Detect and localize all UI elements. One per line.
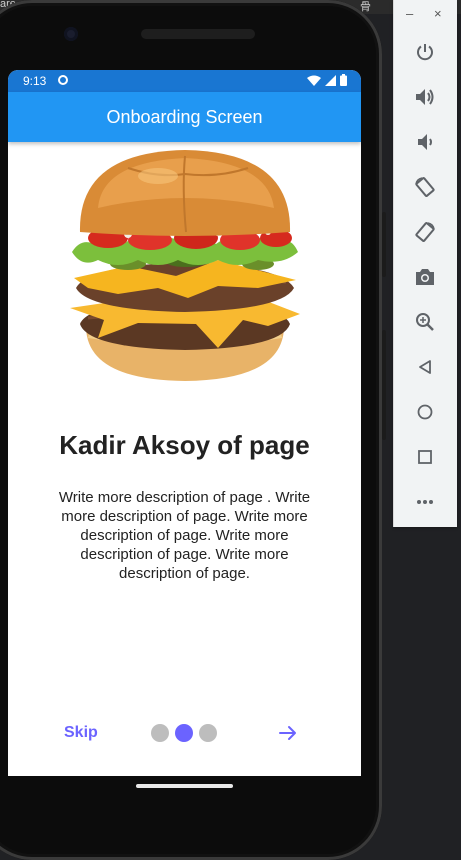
minimize-button[interactable]: –	[406, 6, 413, 21]
wifi-icon	[307, 75, 321, 86]
app-bar-title: Onboarding Screen	[106, 106, 263, 127]
close-button[interactable]: ×	[434, 6, 442, 21]
power-button[interactable]	[411, 38, 439, 66]
device-screen: 9:13 Onboarding Screen Kadir Aksoy of pa…	[8, 70, 361, 776]
rotate-left-icon	[415, 177, 435, 197]
phone-side-button	[382, 330, 386, 440]
gesture-home-bar[interactable]	[136, 784, 233, 788]
rotate-right-icon	[415, 222, 435, 242]
skip-button[interactable]: Skip	[64, 724, 98, 742]
back-icon	[419, 360, 431, 374]
volume-down-button[interactable]	[411, 128, 439, 156]
back-button[interactable]	[411, 353, 439, 381]
zoom-icon	[416, 313, 434, 331]
burger-image	[70, 150, 300, 381]
home-icon	[417, 404, 433, 420]
app-bar: Onboarding Screen	[8, 92, 361, 142]
power-icon	[417, 44, 433, 61]
page-dot[interactable]	[151, 724, 169, 742]
front-camera	[64, 27, 78, 41]
emulator-toolbar: – ×	[393, 0, 457, 527]
onboarding-title: Kadir Aksoy of page	[59, 430, 310, 460]
phone-side-button	[382, 212, 386, 277]
zoom-button[interactable]	[411, 308, 439, 336]
volume-up-button[interactable]	[411, 83, 439, 111]
page-dot-active[interactable]	[175, 724, 193, 742]
home-button[interactable]	[411, 398, 439, 426]
signal-icon	[325, 74, 336, 86]
more-button[interactable]	[411, 488, 439, 516]
status-time: 9:13	[23, 74, 47, 88]
volume-down-icon	[418, 134, 432, 150]
earpiece-speaker	[141, 29, 255, 39]
screenshot-button[interactable]	[411, 263, 439, 291]
volume-up-icon	[416, 89, 434, 105]
page-indicator	[151, 724, 217, 742]
camera-icon	[416, 269, 434, 285]
overview-button[interactable]	[411, 443, 439, 471]
notification-icon	[58, 75, 68, 85]
rotate-left-button[interactable]	[411, 173, 439, 201]
battery-icon	[340, 74, 347, 86]
page-dot[interactable]	[199, 724, 217, 742]
onboarding-description: Write more description of page . Write m…	[58, 489, 311, 582]
more-icon	[417, 500, 433, 504]
rotate-right-button[interactable]	[411, 218, 439, 246]
overview-icon	[418, 450, 432, 464]
arrow-right-icon[interactable]	[278, 722, 298, 744]
status-bar: 9:13	[8, 70, 361, 92]
